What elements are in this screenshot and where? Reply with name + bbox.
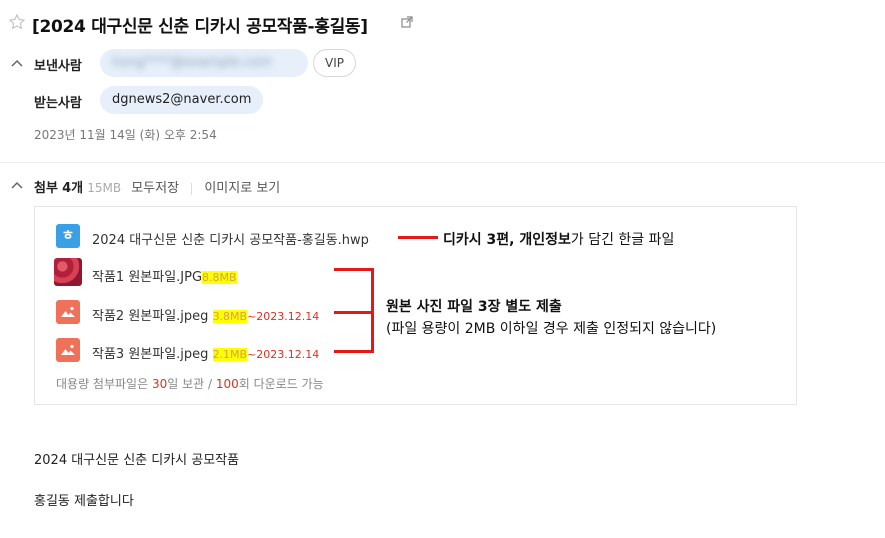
attachment-file-name: 작품1 원본파일.JPG xyxy=(92,270,203,285)
email-body-line: 홍길동 제출합니다 xyxy=(34,494,134,509)
image-file-icon xyxy=(56,300,80,324)
annotation-bracket xyxy=(334,311,374,314)
hwp-document-icon: ㅎ xyxy=(56,224,80,248)
sender-chip[interactable]: hong****@example.com xyxy=(100,49,308,77)
sender-label: 보낸사람 xyxy=(34,59,82,74)
sent-date: 2023년 11월 14일 (화) 오후 2:54 xyxy=(34,128,217,142)
view-as-images-button[interactable]: 이미지로 보기 xyxy=(204,181,280,196)
annotation-bracket xyxy=(334,350,374,353)
expiry-date: ~2023.12.14 xyxy=(247,348,320,361)
attachment-file-jpeg2[interactable]: 작품2 원본파일.jpeg 3.8MB~2023.12.14 xyxy=(92,305,319,324)
file-size-badge: 8.8MB xyxy=(202,271,237,284)
annotation-text: 가 담긴 한글 파일 xyxy=(570,232,675,248)
note-text: 대용량 첨부파일은 xyxy=(56,377,152,391)
open-new-window-icon[interactable] xyxy=(401,16,413,28)
note-text: 일 보관 / xyxy=(167,377,216,391)
annotation-bracket xyxy=(371,268,374,353)
annotation-bracket xyxy=(334,268,374,271)
sender-email: hong****@example.com xyxy=(112,55,272,70)
note-text: 회 다운로드 가능 xyxy=(238,377,324,391)
attachment-bar: 첨부 4개 15MB 모두저장 이미지로 보기 xyxy=(34,177,280,196)
annotation-text-bold: 디카시 3편, 개인정보 xyxy=(443,232,571,248)
expiry-date: ~2023.12.14 xyxy=(247,310,320,323)
large-file-note: 대용량 첨부파일은 30일 보관 / 100회 다운로드 가능 xyxy=(56,375,324,392)
note-count: 100 xyxy=(215,377,239,391)
chevron-up-icon[interactable] xyxy=(11,59,23,67)
divider xyxy=(0,162,885,163)
note-days: 30 xyxy=(151,377,168,391)
attachment-file-name: 작품3 원본파일.jpeg xyxy=(92,347,209,362)
attachment-file-name: 작품2 원본파일.jpeg xyxy=(92,309,209,324)
attachment-file-hwp[interactable]: 2024 대구신문 신춘 디카시 공모작품-홍길동.hwp xyxy=(92,229,369,248)
file-size-badge: 2.1MB xyxy=(212,348,248,361)
annotation-arrow-line xyxy=(398,236,438,239)
chevron-up-icon[interactable] xyxy=(11,181,23,189)
file-size-badge: 3.8MB xyxy=(212,310,248,323)
attachment-size: 15MB xyxy=(87,181,122,195)
photo-thumbnail xyxy=(54,258,82,286)
attachment-file-jpeg3[interactable]: 작품3 원본파일.jpeg 2.1MB~2023.12.14 xyxy=(92,343,319,362)
email-body-line: 2024 대구신문 신춘 디카시 공모작품 xyxy=(34,453,240,468)
hwp-annotation: 디카시 3편, 개인정보가 담긴 한글 파일 xyxy=(443,229,674,249)
star-icon[interactable] xyxy=(8,13,26,31)
save-all-button[interactable]: 모두저장 xyxy=(131,181,179,196)
email-subject: [2024 대구신문 신춘 디카시 공모작품-홍길동] xyxy=(32,17,368,37)
attachment-file-jpg1[interactable]: 작품1 원본파일.JPG8.8MB xyxy=(92,266,237,285)
attachment-count: 4개 xyxy=(62,181,84,196)
image-file-icon xyxy=(56,338,80,362)
recipient-chip[interactable]: dgnews2@naver.com xyxy=(100,86,264,114)
photos-annotation-note: (파일 용량이 2MB 이하일 경우 제출 인정되지 않습니다) xyxy=(386,321,717,337)
separator xyxy=(191,182,193,195)
recipient-email: dgnews2@naver.com xyxy=(112,92,252,107)
vip-button[interactable]: VIP xyxy=(313,49,356,77)
attachment-label: 첨부 xyxy=(34,181,58,196)
recipient-label: 받는사람 xyxy=(34,96,82,111)
photos-annotation-title: 원본 사진 파일 3장 별도 제출 xyxy=(386,299,562,315)
